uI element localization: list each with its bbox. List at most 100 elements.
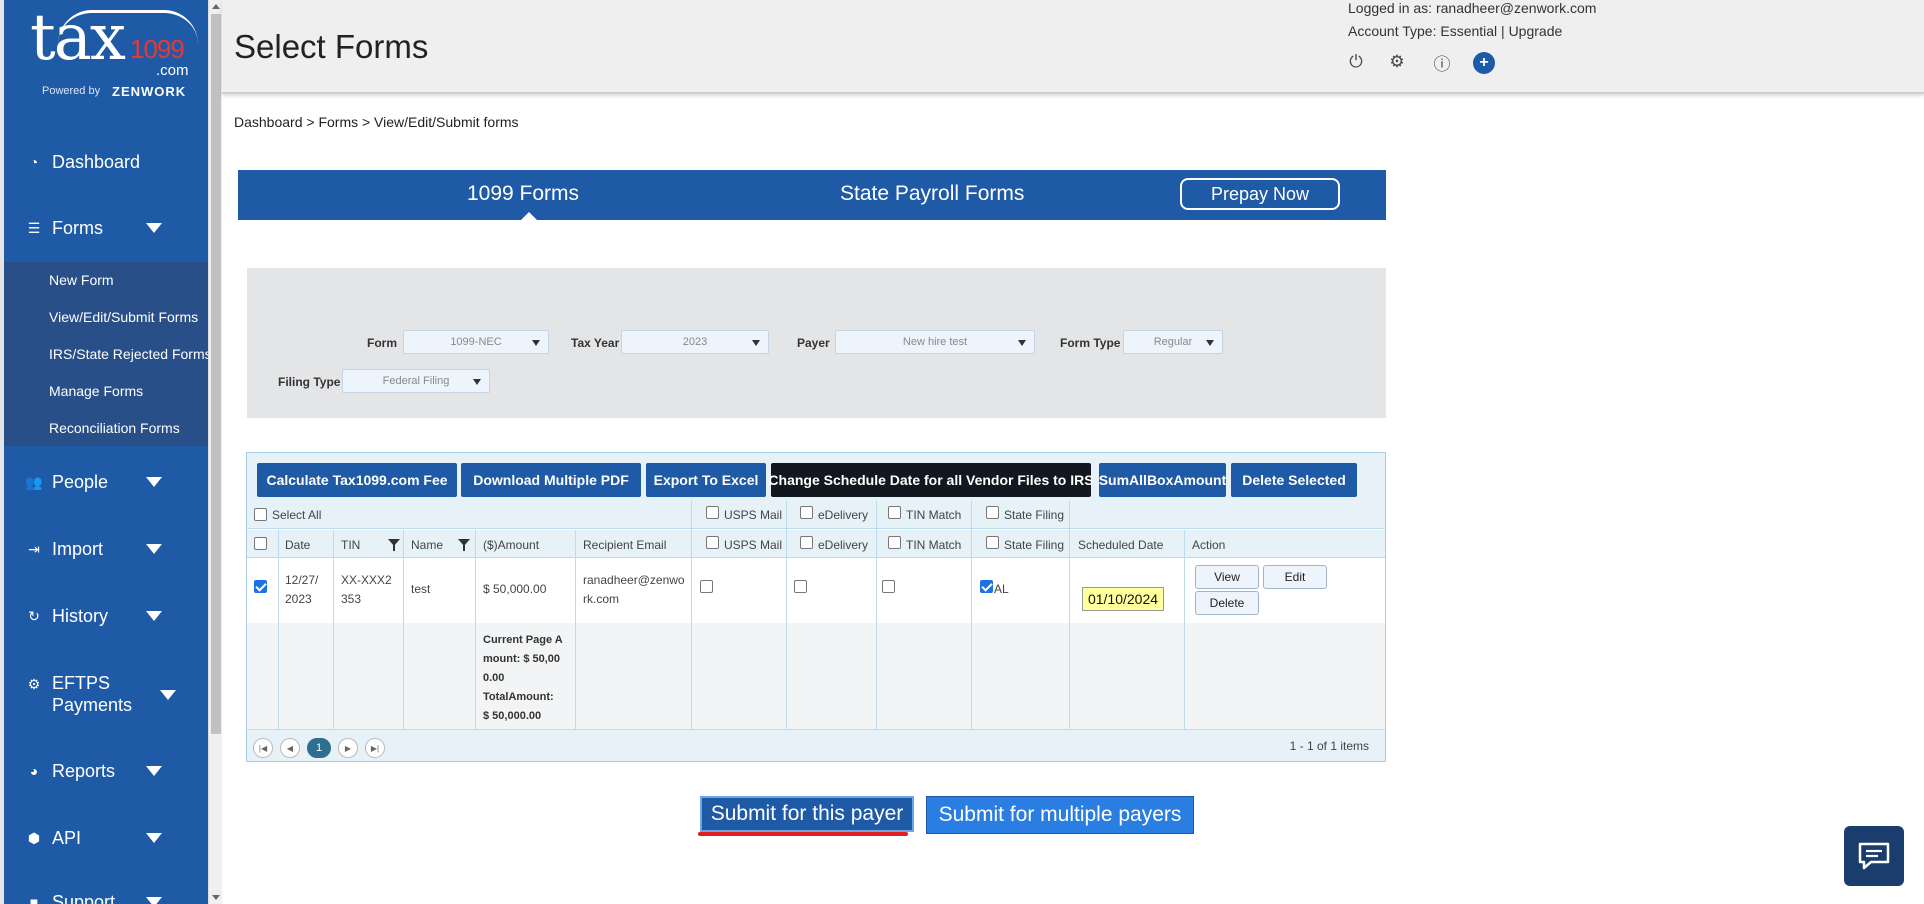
sidebar-item-support[interactable]: ■ Support <box>4 890 208 904</box>
first-page-icon[interactable]: |◀ <box>253 738 273 758</box>
payer-label: Payer <box>797 336 830 350</box>
sidebar-item-import[interactable]: ⇥ Import <box>4 537 208 561</box>
row-tin-match-checkbox[interactable] <box>882 580 895 593</box>
sidebar-item-reports[interactable]: ◕ Reports <box>4 759 208 783</box>
scroll-down-icon[interactable] <box>212 895 220 900</box>
tin-filter-icon[interactable] <box>388 539 400 551</box>
usps-mail-all-label: USPS Mail <box>724 508 783 522</box>
sidebar-item-people[interactable]: 👥 People <box>4 470 208 494</box>
logo-domain: .com <box>156 62 189 79</box>
page-title: Select Forms <box>234 28 429 65</box>
column-header-tin-match: TIN Match <box>906 538 962 552</box>
table-row[interactable]: 12/27/ 2023 XX-XXX2 353 test $ 50,000.00… <box>247 559 1385 623</box>
calculate-fee-button[interactable]: Calculate Tax1099.com Fee <box>257 463 457 497</box>
download-multiple-pdf-button[interactable]: Download Multiple PDF <box>461 463 641 497</box>
column-header-amount[interactable]: ($)Amount <box>483 538 539 552</box>
delete-selected-button[interactable]: Delete Selected <box>1231 463 1357 497</box>
payer-select[interactable]: New hire test <box>835 330 1035 354</box>
column-header-edelivery: eDelivery <box>818 538 869 552</box>
header-row-checkbox[interactable] <box>254 537 267 550</box>
form-type-select[interactable]: Regular <box>1123 330 1223 354</box>
view-button[interactable]: View <box>1195 565 1259 589</box>
column-header-scheduled-date[interactable]: Scheduled Date <box>1078 538 1163 552</box>
next-page-icon[interactable]: ▶ <box>338 738 358 758</box>
tax-year-select[interactable]: 2023 <box>621 330 769 354</box>
account-type-label[interactable]: Account Type: Essential | Upgrade <box>1348 23 1562 39</box>
edelivery-all-checkbox[interactable] <box>800 506 813 519</box>
state-filing-column-checkbox[interactable] <box>986 536 999 549</box>
tab-1099-forms[interactable]: 1099 Forms <box>467 182 579 206</box>
page-total-amount: Current Page A mount: $ 50,00 0.00 Total… <box>483 631 563 726</box>
breadcrumb: Dashboard > Forms > View/Edit/Submit for… <box>234 114 519 130</box>
sidebar-item-label: Forms <box>52 217 103 238</box>
filing-type-select[interactable]: Federal Filing <box>342 369 490 393</box>
prepay-now-button[interactable]: Prepay Now <box>1180 178 1340 210</box>
submenu-item-view-edit-submit[interactable]: View/Edit/Submit Forms <box>49 309 198 325</box>
row-edelivery-checkbox[interactable] <box>794 580 807 593</box>
last-page-icon[interactable]: ▶| <box>365 738 385 758</box>
tin-match-all-label: TIN Match <box>906 508 962 522</box>
submenu-item-reconciliation[interactable]: Reconciliation Forms <box>49 420 180 436</box>
column-header-recipient-email[interactable]: Recipient Email <box>583 538 666 552</box>
row-name: test <box>411 582 431 596</box>
edit-button[interactable]: Edit <box>1263 565 1327 589</box>
submit-for-multiple-payers-button[interactable]: Submit for multiple payers <box>926 796 1194 834</box>
column-header-row: Date TIN Name ($)Amount Recipient Email … <box>247 530 1385 558</box>
row-date-line2: 2023 <box>285 592 312 606</box>
gear-icon[interactable]: ⚙ <box>1387 52 1407 72</box>
help-icon[interactable]: ⓘ <box>1432 52 1452 74</box>
edelivery-all-label: eDelivery <box>818 508 869 522</box>
change-schedule-date-button[interactable]: Change Schedule Date for all Vendor File… <box>768 463 1094 497</box>
submenu-item-rejected-forms[interactable]: IRS/State Rejected Forms <box>49 346 208 362</box>
sidebar-item-dashboard[interactable]: ◔ Dashboard <box>4 150 208 174</box>
sidebar-item-history[interactable]: ↻ History <box>4 604 208 628</box>
support-icon: ■ <box>29 894 39 904</box>
export-to-excel-button[interactable]: Export To Excel <box>646 463 766 497</box>
sidebar-item-eftps-payments[interactable]: ⚙ EFTPS Payments <box>4 672 208 718</box>
scrollbar-thumb[interactable] <box>211 14 221 734</box>
submenu-item-new-form[interactable]: New Form <box>49 272 114 288</box>
delete-button[interactable]: Delete <box>1195 591 1259 615</box>
logo-text: tax <box>30 1 126 75</box>
power-icon[interactable]: ⏻ <box>1346 52 1366 72</box>
usps-mail-all-checkbox[interactable] <box>706 506 719 519</box>
chevron-down-icon <box>146 833 162 843</box>
row-state-filing-checkbox[interactable] <box>980 580 993 593</box>
tab-state-payroll-forms[interactable]: State Payroll Forms <box>840 182 1024 206</box>
state-filing-all-checkbox[interactable] <box>986 506 999 519</box>
add-icon[interactable]: + <box>1473 52 1495 74</box>
sidebar-item-api[interactable]: ⬢ API <box>4 826 208 850</box>
previous-page-icon[interactable]: ◀ <box>280 738 300 758</box>
chat-widget-button[interactable] <box>1844 826 1904 886</box>
tin-match-column-checkbox[interactable] <box>888 536 901 549</box>
edelivery-column-checkbox[interactable] <box>800 536 813 549</box>
tin-match-all-checkbox[interactable] <box>888 506 901 519</box>
chevron-down-icon <box>1018 340 1026 346</box>
scroll-up-icon[interactable] <box>212 4 220 9</box>
column-header-state-filing: State Filing <box>1004 538 1065 552</box>
tax1099-logo[interactable]: tax 1099 .com Powered by ZENWORK <box>4 0 208 112</box>
submit-for-this-payer-button[interactable]: Submit for this payer <box>700 796 914 832</box>
submenu-item-manage-forms[interactable]: Manage Forms <box>49 383 143 399</box>
column-divider <box>691 501 692 729</box>
select-all-checkbox[interactable] <box>254 508 267 521</box>
chevron-down-icon <box>532 340 540 346</box>
name-filter-icon[interactable] <box>458 539 470 551</box>
scheduled-date-input[interactable]: 01/10/2024 <box>1082 587 1164 611</box>
row-select-checkbox[interactable] <box>254 580 267 593</box>
select-all-label: Select All <box>272 508 322 522</box>
row-email-line1: ranadheer@zenwo <box>583 573 685 587</box>
sidebar-item-forms[interactable]: ☰ Forms <box>4 216 208 240</box>
sidebar-scrollbar[interactable] <box>208 0 222 904</box>
page-number-button[interactable]: 1 <box>307 738 331 758</box>
column-header-name[interactable]: Name <box>411 538 443 552</box>
row-usps-mail-checkbox[interactable] <box>700 580 713 593</box>
history-icon: ↻ <box>28 607 40 624</box>
form-select[interactable]: 1099-NEC <box>403 330 549 354</box>
sidebar-item-label: Dashboard <box>52 151 141 172</box>
sum-all-box-amount-button[interactable]: SumAllBoxAmount <box>1099 463 1226 497</box>
usps-mail-column-checkbox[interactable] <box>706 536 719 549</box>
column-header-tin[interactable]: TIN <box>341 538 360 552</box>
red-underline-annotation <box>698 832 908 836</box>
column-header-date[interactable]: Date <box>285 538 310 552</box>
